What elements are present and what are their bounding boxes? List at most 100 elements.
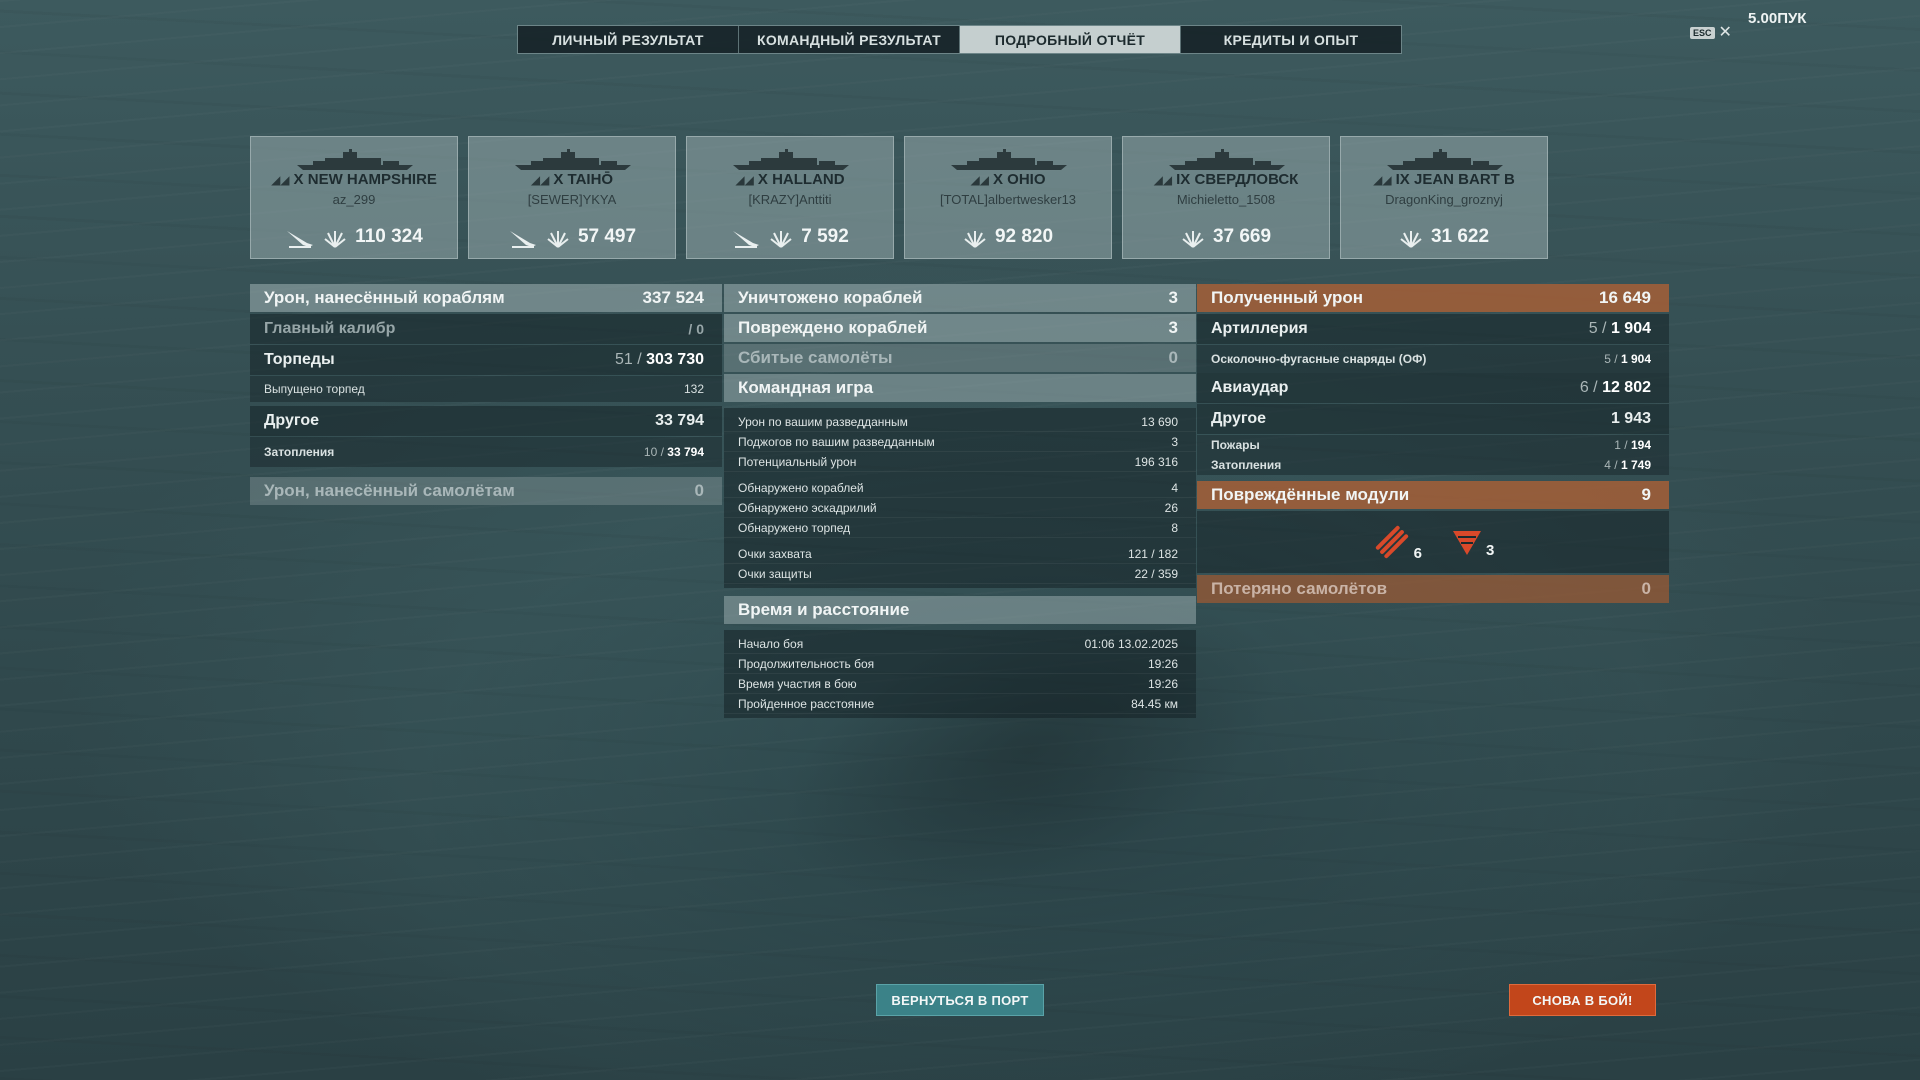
other-damage-label: Другое [264, 412, 319, 429]
player-card[interactable]: ◢◢ X NEW HAMPSHIRE az_299 110 324 [250, 136, 458, 259]
tab-team-result[interactable]: КОМАНДНЫЙ РЕЗУЛЬТАТ [739, 26, 960, 53]
module-steering-gear: 3 [1450, 525, 1494, 559]
close-area[interactable]: ESC ✕ [1690, 25, 1732, 41]
ship-tier: X [293, 171, 304, 188]
received-damage-label: Полученный урон [1211, 288, 1364, 307]
ship-title: СВЕРДЛОВСК [1194, 171, 1299, 188]
time-item-label: Начало боя [738, 636, 804, 651]
damage-ships-value: 337 524 [642, 288, 704, 307]
player-card[interactable]: ◢◢ IX СВЕРДЛОВСК Michieletto_1508 37 669 [1122, 136, 1330, 259]
torpedoes-damage: 303 730 [646, 351, 704, 368]
torpedoes-fired-label: Выпущено торпед [264, 382, 365, 396]
time-item-value: 01:06 13.02.2025 [1084, 636, 1178, 651]
team-play-item: Обнаружено торпед 8 [724, 518, 1196, 538]
tab-detailed-report[interactable]: ПОДРОБНЫЙ ОТЧЁТ [960, 26, 1181, 53]
torpedoes-label: Торпеды [264, 351, 335, 368]
air-strike-label: Авиаудар [1211, 379, 1289, 396]
damage-dealt-column: Урон, нанесённый кораблям 337 524 Главны… [250, 284, 722, 507]
card-score-area: 57 497 [469, 225, 675, 249]
tab-credits-xp[interactable]: КРЕДИТЫ И ОПЫТ [1181, 26, 1401, 53]
tab-personal-result[interactable]: ЛИЧНЫЙ РЕЗУЛЬТАТ [518, 26, 739, 53]
fires-value: 1 / 194 [1614, 438, 1651, 452]
player-card[interactable]: ◢◢ X HALLAND [KRAZY]Anttiti 7 592 [686, 136, 894, 259]
ship-silhouette-icon [951, 149, 1067, 170]
return-to-port-button[interactable]: ВЕРНУТЬСЯ В ПОРТ [876, 984, 1044, 1016]
time-distance-title: Время и расстояние [724, 596, 1196, 624]
flooding-received-hits: 4 [1604, 458, 1611, 472]
ship-silhouette-icon [1169, 149, 1285, 170]
torpedoes-fired-row: Выпущено торпед 132 [250, 376, 722, 402]
fires-hits: 1 [1614, 438, 1621, 452]
steering-gear-icon [1453, 531, 1481, 555]
time-item-label: Продолжительность боя [738, 656, 875, 671]
player-card[interactable]: ◢◢ X OHIO [TOTAL]albertwesker13 92 820 [904, 136, 1112, 259]
fires-label: Пожары [1211, 438, 1260, 452]
main-battery-label: Главный калибр [264, 320, 396, 337]
player-card[interactable]: ◢◢ X TAIHŌ [SEWER]YKYA 57 497 [468, 136, 676, 259]
close-icon[interactable]: ✕ [1719, 25, 1732, 41]
team-play-item-value: 22 / 359 [1134, 566, 1178, 581]
damaged-value: 3 [1168, 318, 1178, 337]
time-item-value: 84.45 км [1131, 696, 1178, 711]
team-play-item-label: Очки защиты [738, 566, 812, 581]
planes-shot-row: Сбитые самолёты 0 [724, 344, 1196, 372]
team-play-item: Обнаружено эскадрилий 26 [724, 498, 1196, 518]
team-play-item-value: 196 316 [1134, 454, 1178, 469]
team-play-item: Обнаружено кораблей 4 [724, 478, 1196, 498]
ship-title: TAIHŌ [567, 171, 614, 188]
main-battery-value: / 0 [688, 321, 704, 337]
damaged-modules-label: Повреждённые модули [1211, 485, 1410, 504]
ship-tier: X [757, 171, 768, 188]
top-right-label: 5.00ПУК [1748, 10, 1807, 27]
torpedoes-value: 51 / 303 730 [615, 351, 704, 368]
team-play-title: Командная игра [724, 374, 1196, 402]
he-shells-hits: 5 [1604, 352, 1611, 366]
player-card[interactable]: ◢◢ IX JEAN BART B DragonKing_groznyj 31 622 [1340, 136, 1548, 259]
player-score: 7 592 [801, 226, 849, 247]
damage-ships-label: Урон, нанесённый кораблям [264, 288, 505, 307]
other-received-row: Другое 1 943 [1197, 404, 1669, 434]
team-play-item-value: 3 [1171, 434, 1178, 449]
team-play-item-label: Обнаружено торпед [738, 520, 851, 535]
damage-received-column: Полученный урон 16 649 Артиллерия 5 / 1 … [1197, 284, 1669, 605]
torpedoes-row: Торпеды 51 / 303 730 [250, 345, 722, 375]
ship-class-icon: ◢◢ [1373, 173, 1392, 187]
air-strike-value: 6 / 12 802 [1579, 379, 1651, 396]
ship-title: NEW HAMPSHIRE [307, 171, 437, 188]
time-item: Продолжительность боя 19:26 [724, 654, 1196, 674]
other-received-value: 1 943 [1610, 410, 1651, 427]
ship-name: ◢◢ X TAIHŌ [469, 171, 675, 188]
team-play-item-value: 121 / 182 [1127, 546, 1178, 561]
received-damage-value: 16 649 [1599, 288, 1651, 307]
ship-name: ◢◢ IX JEAN BART B [1341, 171, 1547, 188]
damaged-modules-row: Повреждённые модули 9 [1197, 481, 1669, 509]
card-score-area: 31 622 [1341, 225, 1547, 249]
flooding-damage: 33 794 [667, 445, 704, 459]
time-item-value: 19:26 [1147, 656, 1178, 671]
team-play-item: Очки защиты 22 / 359 [724, 564, 1196, 584]
damaged-row: Повреждено кораблей 3 [724, 314, 1196, 342]
team-play-item-label: Потенциальный урон [738, 454, 857, 469]
damage-burst-icon [770, 231, 792, 248]
destroyed-row: Уничтожено кораблей 3 [724, 284, 1196, 312]
flooding-value: 10 / 33 794 [643, 445, 704, 459]
other-damage-value: 33 794 [655, 412, 704, 429]
damage-burst-icon [1182, 231, 1204, 248]
player-name: [TOTAL]albertwesker13 [939, 192, 1077, 207]
ship-title: JEAN BART B [1413, 171, 1515, 188]
damage-planes-label: Урон, нанесённый самолётам [264, 481, 515, 500]
ship-tier: X [553, 171, 564, 188]
artillery-label: Артиллерия [1211, 320, 1308, 337]
other-received-label: Другое [1211, 410, 1266, 427]
player-cards: ◢◢ X NEW HAMPSHIRE az_299 110 324 ◢◢ X TAIHŌ[… [250, 136, 1548, 259]
he-shells-row: Осколочно-фугасные снаряды (ОФ) 5 / 1 90… [1197, 345, 1669, 373]
air-strike-row: Авиаудар 6 / 12 802 [1197, 373, 1669, 403]
player-score: 92 820 [994, 226, 1054, 247]
battle-again-button[interactable]: СНОВА В БОЙ! [1509, 984, 1656, 1016]
team-play-item: Очки захвата 121 / 182 [724, 544, 1196, 564]
received-damage-row: Полученный урон 16 649 [1197, 284, 1669, 312]
time-item: Начало боя 01:06 13.02.2025 [724, 634, 1196, 654]
card-score-area: 37 669 [1123, 225, 1329, 249]
artillery-hits: 5 [1588, 320, 1598, 337]
time-item: Время участия в бою 19:26 [724, 674, 1196, 694]
